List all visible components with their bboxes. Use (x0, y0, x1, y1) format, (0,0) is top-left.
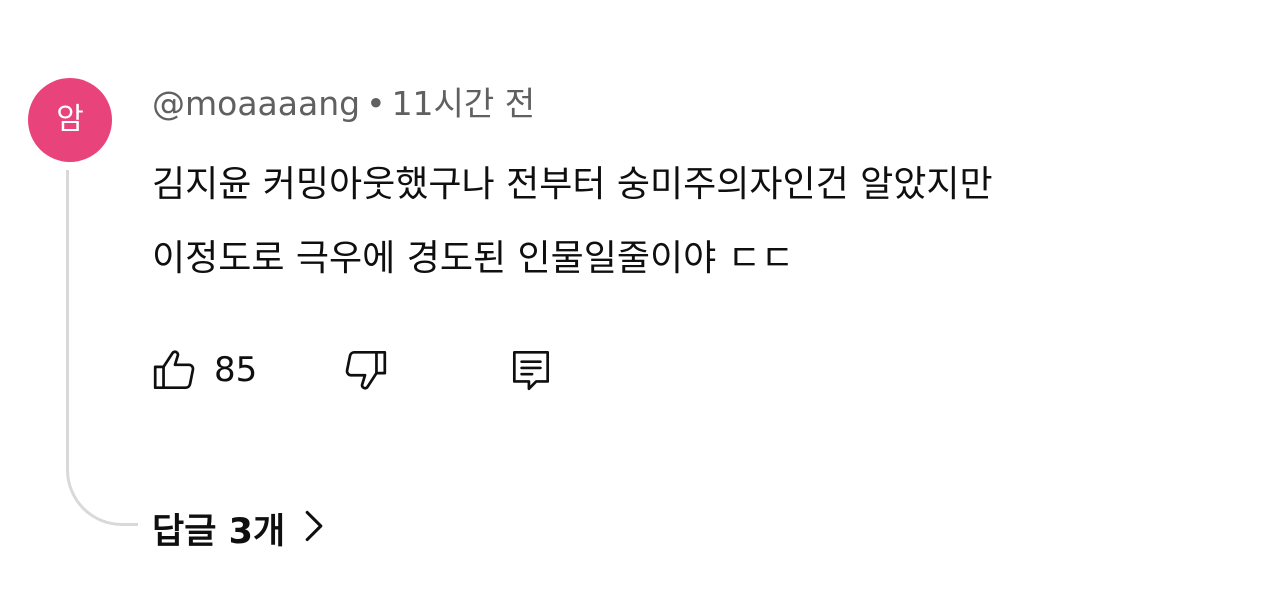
chevron-right-icon (303, 509, 325, 547)
replies-label: 답글 3개 (152, 511, 286, 552)
reply-button[interactable] (506, 338, 556, 402)
comment-thread: 암 @moaaaang • 11시간 전 김지윤 커밍아웃했구나 전부터 숭미주의자… (0, 0, 1280, 591)
thumbs-up-icon (150, 345, 200, 395)
author-handle[interactable]: @moaaaang (152, 84, 360, 123)
view-replies-button[interactable]: 답글 3개 (152, 500, 325, 556)
comment-text-line: 김지윤 커밍아웃했구나 전부터 숭미주의자인건 알았지만 (152, 164, 993, 205)
thumbs-down-icon (340, 345, 390, 395)
thread-connector-line (66, 170, 138, 526)
like-count: 85 (214, 350, 258, 390)
avatar[interactable]: 암 (28, 78, 112, 162)
separator-dot: • (366, 84, 386, 123)
comment-text: 김지윤 커밍아웃했구나 전부터 숭미주의자인건 알았지만 이정도로 극우에 경도… (152, 148, 1262, 296)
comment-actions: 85 (150, 338, 600, 402)
comment-text-line: 이정도로 극우에 경도된 인물일줄이야 ㄷㄷ (152, 238, 794, 279)
like-button[interactable]: 85 (150, 338, 257, 402)
dislike-button[interactable] (340, 338, 390, 402)
comment-header: @moaaaang • 11시간 전 (152, 82, 535, 126)
comment-icon (506, 345, 556, 395)
comment-timestamp[interactable]: 11시간 전 (392, 84, 536, 123)
